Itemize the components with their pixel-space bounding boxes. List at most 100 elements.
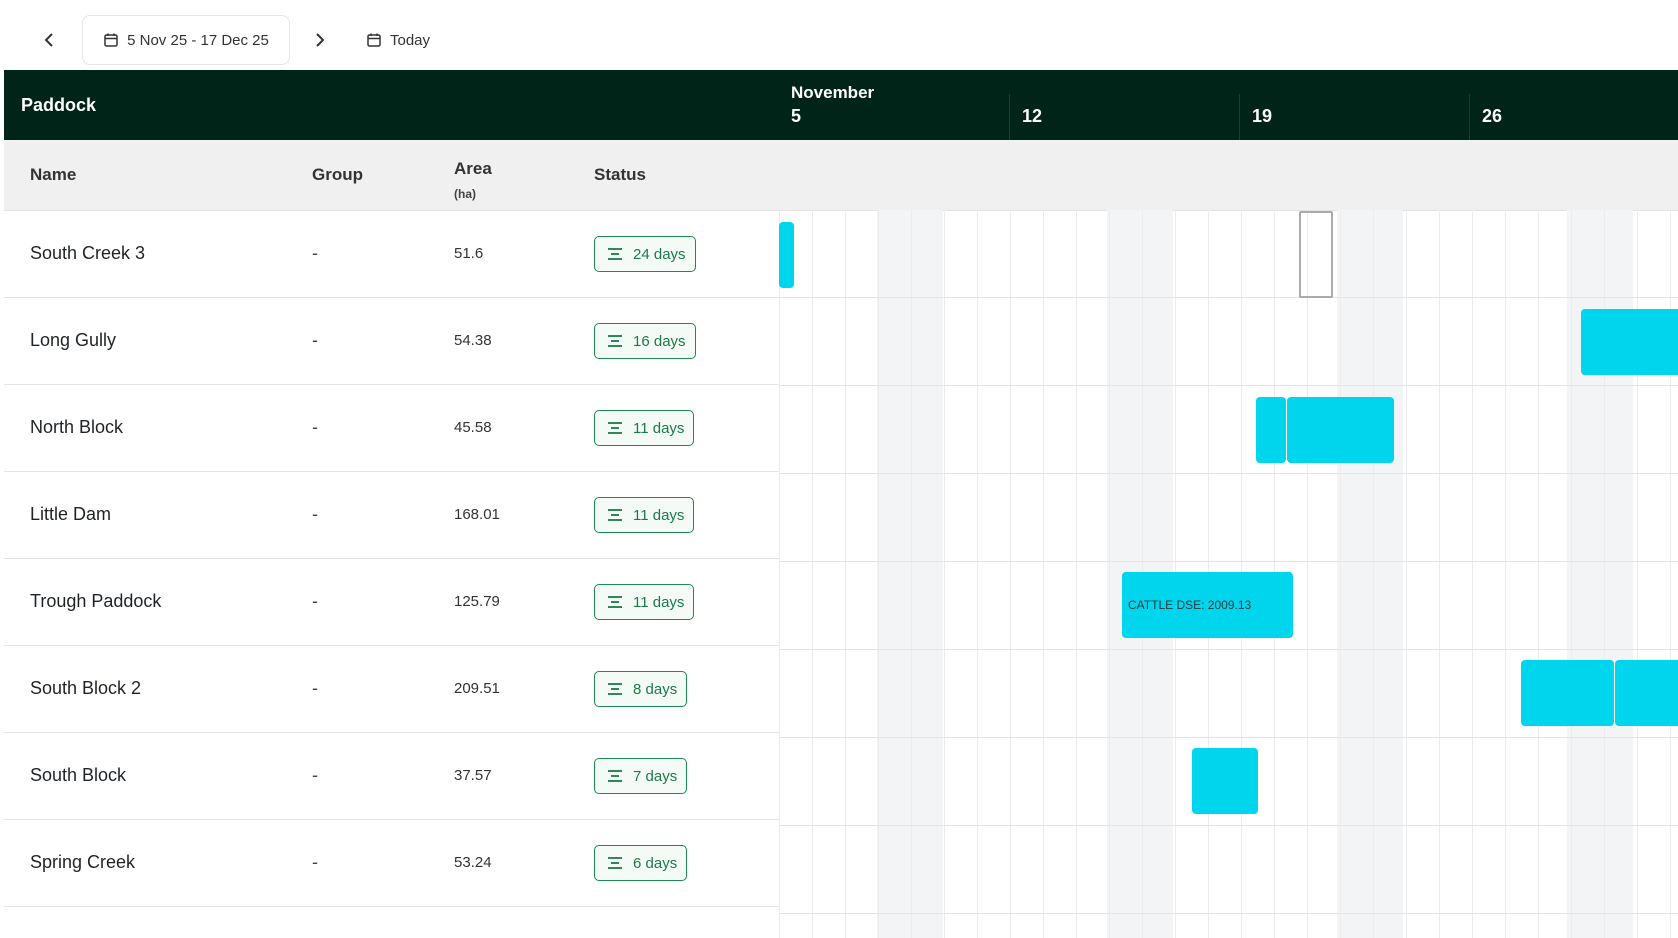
paddock-group: - xyxy=(312,417,318,437)
day-gridline xyxy=(1472,210,1473,938)
list-icon xyxy=(608,770,622,782)
status-label: 7 days xyxy=(633,767,678,785)
day-gridline xyxy=(1340,210,1341,938)
paddock-name[interactable]: South Creek 3 xyxy=(30,243,145,264)
day-gridline xyxy=(911,210,912,938)
week-label: 19 xyxy=(1252,106,1273,126)
row-gridline xyxy=(779,649,1678,650)
list-icon xyxy=(608,422,622,434)
status-badge[interactable]: 16 days xyxy=(594,323,696,359)
column-header-area-unit: (ha) xyxy=(454,187,476,201)
grazing-bar-south-creek-3[interactable] xyxy=(779,222,794,288)
paddock-name[interactable]: North Block xyxy=(30,417,123,438)
paddock-area: 125.79 xyxy=(454,593,500,610)
paddock-name[interactable]: Trough Paddock xyxy=(30,591,161,612)
grazing-bar-north-block[interactable] xyxy=(1256,397,1286,463)
grazing-bar-trough-paddock[interactable]: CATTLE DSE: 2009.13 xyxy=(1122,572,1293,638)
column-header-area[interactable]: Area xyxy=(454,159,492,179)
bar-label: CATTLE DSE: 2009.13 xyxy=(1128,598,1252,612)
status-badge[interactable]: 7 days xyxy=(594,758,688,794)
table-row[interactable]: Spring Creek - 53.24 6 days xyxy=(4,820,779,907)
column-header-group[interactable]: Group xyxy=(312,165,363,185)
day-gridline xyxy=(1505,210,1506,938)
status-badge[interactable]: 11 days xyxy=(594,410,695,446)
paddock-area: 37.57 xyxy=(454,767,492,784)
week-column: 26 xyxy=(1469,94,1502,140)
table-column-headers: Name Group Area (ha) Status xyxy=(4,140,779,211)
chevron-right-icon xyxy=(316,33,325,47)
day-gridline xyxy=(779,210,780,938)
toolbar: 5 Nov 25 - 17 Dec 25 Today xyxy=(0,0,1678,70)
table-row[interactable]: South Block 2 - 209.51 8 days xyxy=(4,646,779,733)
table-row[interactable]: Long Gully - 54.38 16 days xyxy=(4,298,779,385)
paddock-area: 209.51 xyxy=(454,680,500,697)
timeline-header: November 5 12 19 26 xyxy=(779,70,1678,140)
list-icon xyxy=(608,683,622,695)
paddock-group: - xyxy=(312,243,318,263)
week-label: 26 xyxy=(1482,106,1503,126)
list-icon xyxy=(608,335,622,347)
status-badge[interactable]: 11 days xyxy=(594,497,695,533)
day-gridline xyxy=(812,210,813,938)
calendar-icon xyxy=(104,33,118,47)
previous-range-button[interactable] xyxy=(36,22,64,58)
table-row[interactable]: Trough Paddock - 125.79 11 days xyxy=(4,559,779,646)
table-row[interactable]: North Block - 45.58 11 days xyxy=(4,385,779,472)
column-header-status[interactable]: Status xyxy=(594,165,646,185)
week-label: 12 xyxy=(1022,106,1043,126)
paddock-group: - xyxy=(312,330,318,350)
grazing-bar-south-block-2[interactable] xyxy=(1615,660,1678,726)
paddock-group: - xyxy=(312,504,318,524)
timeline: November 5 12 19 26 CATTLE DSE: 2009.13 xyxy=(779,70,1678,938)
table-row[interactable]: South Creek 3 - 51.6 24 days xyxy=(4,211,779,298)
status-label: 8 days xyxy=(633,680,678,698)
weekend-shade xyxy=(1337,210,1403,938)
day-gridline xyxy=(1406,210,1407,938)
table-body: South Creek 3 - 51.6 24 days Long Gully - 54.3… xyxy=(4,211,779,907)
row-gridline xyxy=(779,913,1678,914)
grazing-bar-north-block[interactable] xyxy=(1287,397,1394,463)
today-marker xyxy=(1299,211,1333,298)
paddock-name[interactable]: Long Gully xyxy=(30,330,116,351)
paddock-area: 168.01 xyxy=(454,506,500,523)
list-icon xyxy=(608,509,622,521)
date-range-label: 5 Nov 25 - 17 Dec 25 xyxy=(127,31,269,49)
calendar-icon xyxy=(367,33,381,47)
status-label: 16 days xyxy=(633,332,686,350)
day-gridline xyxy=(977,210,978,938)
status-label: 6 days xyxy=(633,854,678,872)
paddock-name[interactable]: South Block 2 xyxy=(30,678,141,699)
day-gridline xyxy=(1439,210,1440,938)
paddock-group: - xyxy=(312,678,318,698)
day-gridline xyxy=(1538,210,1539,938)
day-gridline xyxy=(1571,210,1572,938)
table-row[interactable]: Little Dam - 168.01 11 days xyxy=(4,472,779,559)
paddock-name[interactable]: Spring Creek xyxy=(30,852,135,873)
date-range-button[interactable]: 5 Nov 25 - 17 Dec 25 xyxy=(82,15,290,65)
status-badge[interactable]: 24 days xyxy=(594,236,696,272)
grazing-bar-south-block[interactable] xyxy=(1192,748,1258,814)
week-column: 19 xyxy=(1239,94,1272,140)
day-gridline xyxy=(1043,210,1044,938)
next-range-button[interactable] xyxy=(305,22,333,58)
row-gridline xyxy=(779,473,1678,474)
paddock-group: - xyxy=(312,765,318,785)
today-button[interactable]: Today xyxy=(362,22,434,58)
day-gridline xyxy=(845,210,846,938)
status-badge[interactable]: 6 days xyxy=(594,845,688,881)
status-badge[interactable]: 8 days xyxy=(594,671,688,707)
paddock-name[interactable]: Little Dam xyxy=(30,504,111,525)
section-title: Paddock xyxy=(21,95,97,115)
status-badge[interactable]: 11 days xyxy=(594,584,695,620)
grazing-bar-south-block-2[interactable] xyxy=(1521,660,1614,726)
day-gridline xyxy=(1373,210,1374,938)
list-icon xyxy=(608,857,622,869)
list-icon xyxy=(608,596,622,608)
column-header-name[interactable]: Name xyxy=(30,165,76,185)
row-gridline xyxy=(779,561,1678,562)
day-gridline xyxy=(1307,210,1308,938)
paddock-name[interactable]: South Block xyxy=(30,765,126,786)
day-gridline xyxy=(1010,210,1011,938)
grazing-bar-long-gully[interactable] xyxy=(1581,309,1678,375)
table-row[interactable]: South Block - 37.57 7 days xyxy=(4,733,779,820)
